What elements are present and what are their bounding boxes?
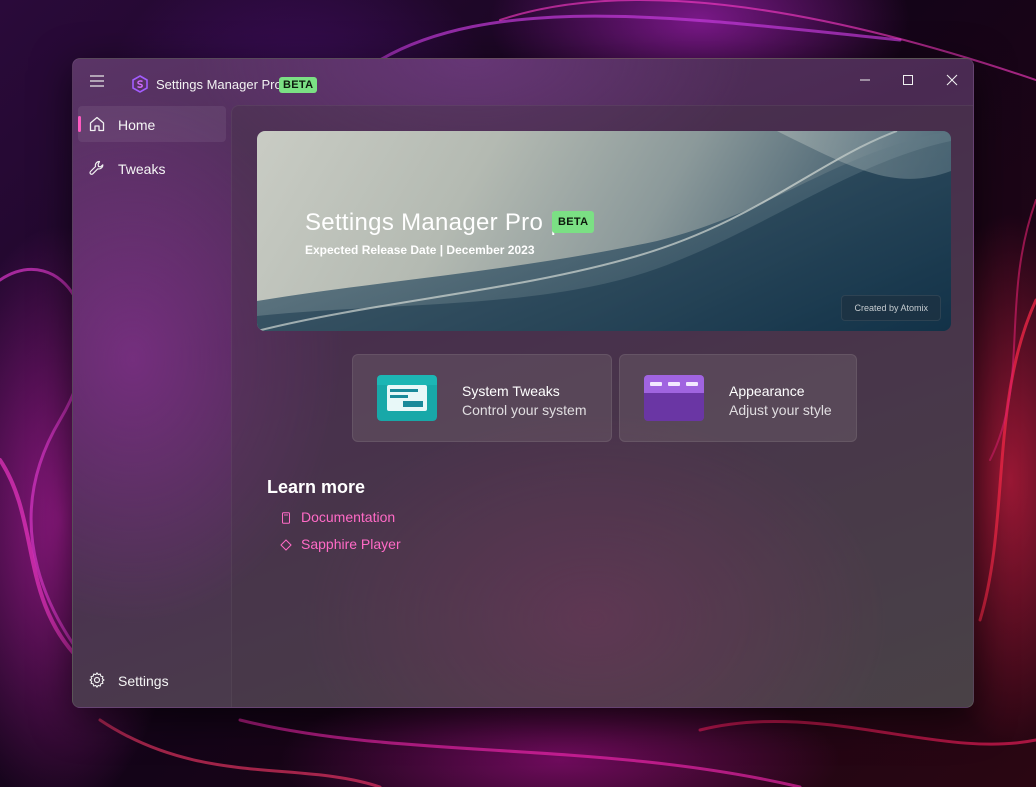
active-indicator bbox=[78, 116, 81, 132]
sapphire-player-link[interactable]: Sapphire Player bbox=[280, 534, 401, 554]
sidebar-item-home[interactable]: Home bbox=[78, 106, 226, 142]
appearance-card[interactable]: Appearance Adjust your style bbox=[619, 354, 857, 442]
sidebar-item-label: Settings bbox=[118, 673, 169, 689]
app-title: Settings Manager Pro bbox=[156, 77, 282, 92]
hamburger-menu-icon[interactable] bbox=[85, 69, 109, 93]
hero-title: Settings Manager Pro | bbox=[305, 209, 557, 236]
title-bar[interactable]: Settings Manager Pro BETA bbox=[73, 59, 973, 105]
beta-badge: BETA bbox=[279, 77, 318, 93]
app-window: Settings Manager Pro BETA Home Tweaks Se… bbox=[72, 58, 974, 708]
gear-icon bbox=[88, 671, 106, 689]
hero-beta-badge: BETA bbox=[552, 211, 595, 233]
close-icon[interactable] bbox=[930, 65, 973, 95]
app-logo-icon bbox=[131, 75, 149, 93]
learn-more-heading: Learn more bbox=[267, 477, 366, 497]
maximize-icon[interactable] bbox=[886, 65, 930, 95]
link-label: Sapphire Player bbox=[301, 536, 401, 552]
sidebar-item-label: Tweaks bbox=[118, 161, 166, 177]
home-icon bbox=[88, 115, 106, 133]
minimize-icon[interactable] bbox=[843, 65, 887, 95]
credit-badge: Created by Atomix bbox=[841, 295, 941, 321]
system-tweaks-card[interactable]: System Tweaks Control your system bbox=[352, 354, 612, 442]
card-subtitle: Control your system bbox=[462, 402, 587, 418]
card-title: Appearance bbox=[729, 383, 805, 399]
sidebar-item-tweaks[interactable]: Tweaks bbox=[78, 150, 226, 186]
link-label: Documentation bbox=[301, 509, 396, 525]
diamond-icon bbox=[280, 538, 292, 551]
card-subtitle: Adjust your style bbox=[729, 402, 832, 418]
card-title: System Tweaks bbox=[462, 383, 560, 399]
documentation-link[interactable]: Documentation bbox=[280, 507, 395, 527]
main-content: Settings Manager Pro | BETA Expected Rel… bbox=[231, 105, 973, 707]
hero-banner: Settings Manager Pro | BETA Expected Rel… bbox=[257, 131, 951, 331]
sidebar-item-settings[interactable]: Settings bbox=[78, 662, 226, 698]
appearance-icon bbox=[644, 375, 704, 421]
wrench-icon bbox=[88, 159, 106, 177]
system-tweaks-icon bbox=[377, 375, 437, 421]
sidebar-item-label: Home bbox=[118, 117, 156, 133]
document-icon bbox=[280, 511, 292, 524]
hero-subtitle: Expected Release Date | December 2023 bbox=[305, 243, 535, 257]
